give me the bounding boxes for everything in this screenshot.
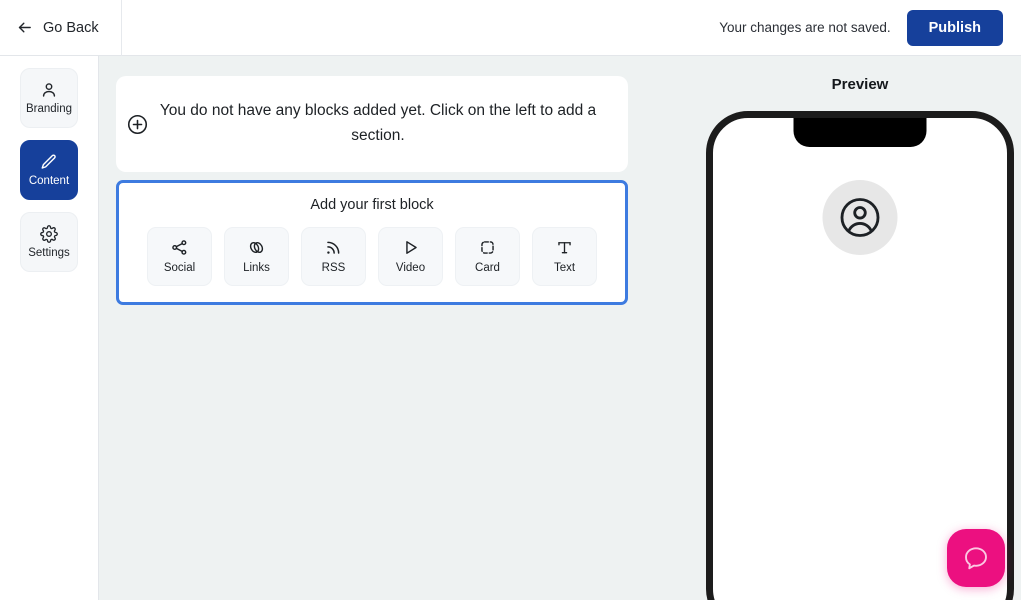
go-back-button[interactable]: Go Back <box>0 0 121 56</box>
header-divider <box>120 0 122 56</box>
help-chat-widget-button[interactable] <box>947 529 1005 587</box>
block-button-label: Social <box>163 262 196 275</box>
go-back-label: Go Back <box>43 19 99 36</box>
block-button-label: Text <box>553 262 576 275</box>
dashed-square-icon <box>478 238 497 257</box>
empty-state-message: You do not have any blocks added yet. Cl… <box>159 102 597 144</box>
block-button-label: Video <box>395 262 426 275</box>
empty-state-card: You do not have any blocks added yet. Cl… <box>116 76 628 172</box>
add-first-block-panel: Add your first block Social Links RSS Vi… <box>116 180 628 305</box>
link-chain-icon <box>247 238 266 257</box>
rss-feed-icon <box>324 238 343 257</box>
add-first-block-title: Add your first block <box>310 197 434 213</box>
block-button-label: Links <box>243 262 270 275</box>
sidebar-item-label: Branding <box>25 102 73 115</box>
preview-panel: Preview <box>699 56 1021 600</box>
block-button-label: RSS <box>321 262 346 275</box>
editor-column: You do not have any blocks added yet. Cl… <box>116 76 628 305</box>
phone-notch <box>793 118 927 147</box>
block-button-text[interactable]: Text <box>532 227 597 286</box>
publish-button[interactable]: Publish <box>906 9 1003 46</box>
phone-mockup <box>706 111 1014 600</box>
pencil-icon <box>40 153 58 171</box>
block-button-rss[interactable]: RSS <box>301 227 366 286</box>
block-type-row: Social Links RSS Video Card Text <box>131 227 613 286</box>
sidebar-item-settings[interactable]: Settings <box>20 212 78 272</box>
app-body: Branding Content Settings You do not hav… <box>0 56 1021 600</box>
unsaved-status-text: Your changes are not saved. <box>719 20 891 35</box>
block-button-video[interactable]: Video <box>378 227 443 286</box>
block-button-links[interactable]: Links <box>224 227 289 286</box>
preview-title: Preview <box>831 76 889 93</box>
block-button-card[interactable]: Card <box>455 227 520 286</box>
sidebar-item-content[interactable]: Content <box>20 140 78 200</box>
app-root: Go Back Your changes are not saved. Publ… <box>0 0 1021 600</box>
play-triangle-icon <box>401 238 420 257</box>
top-header-bar: Go Back Your changes are not saved. Publ… <box>0 0 1021 56</box>
avatar <box>822 180 898 255</box>
sidebar-item-label: Content <box>28 174 70 187</box>
block-button-label: Card <box>475 262 500 275</box>
sidebar-item-branding[interactable]: Branding <box>20 68 78 128</box>
user-circle-icon <box>837 194 884 241</box>
plus-circle-icon[interactable] <box>120 114 154 135</box>
text-t-icon <box>555 238 574 257</box>
left-sidebar: Branding Content Settings <box>0 56 99 600</box>
share-nodes-icon <box>170 238 189 257</box>
person-icon <box>40 81 58 99</box>
chat-bubble-icon <box>961 543 991 573</box>
sidebar-item-label: Settings <box>28 246 70 259</box>
header-actions: Your changes are not saved. Publish <box>719 9 1021 46</box>
arrow-left-icon <box>16 19 33 36</box>
block-button-social[interactable]: Social <box>147 227 212 286</box>
gear-icon <box>40 224 58 243</box>
editor-canvas: You do not have any blocks added yet. Cl… <box>99 56 699 600</box>
